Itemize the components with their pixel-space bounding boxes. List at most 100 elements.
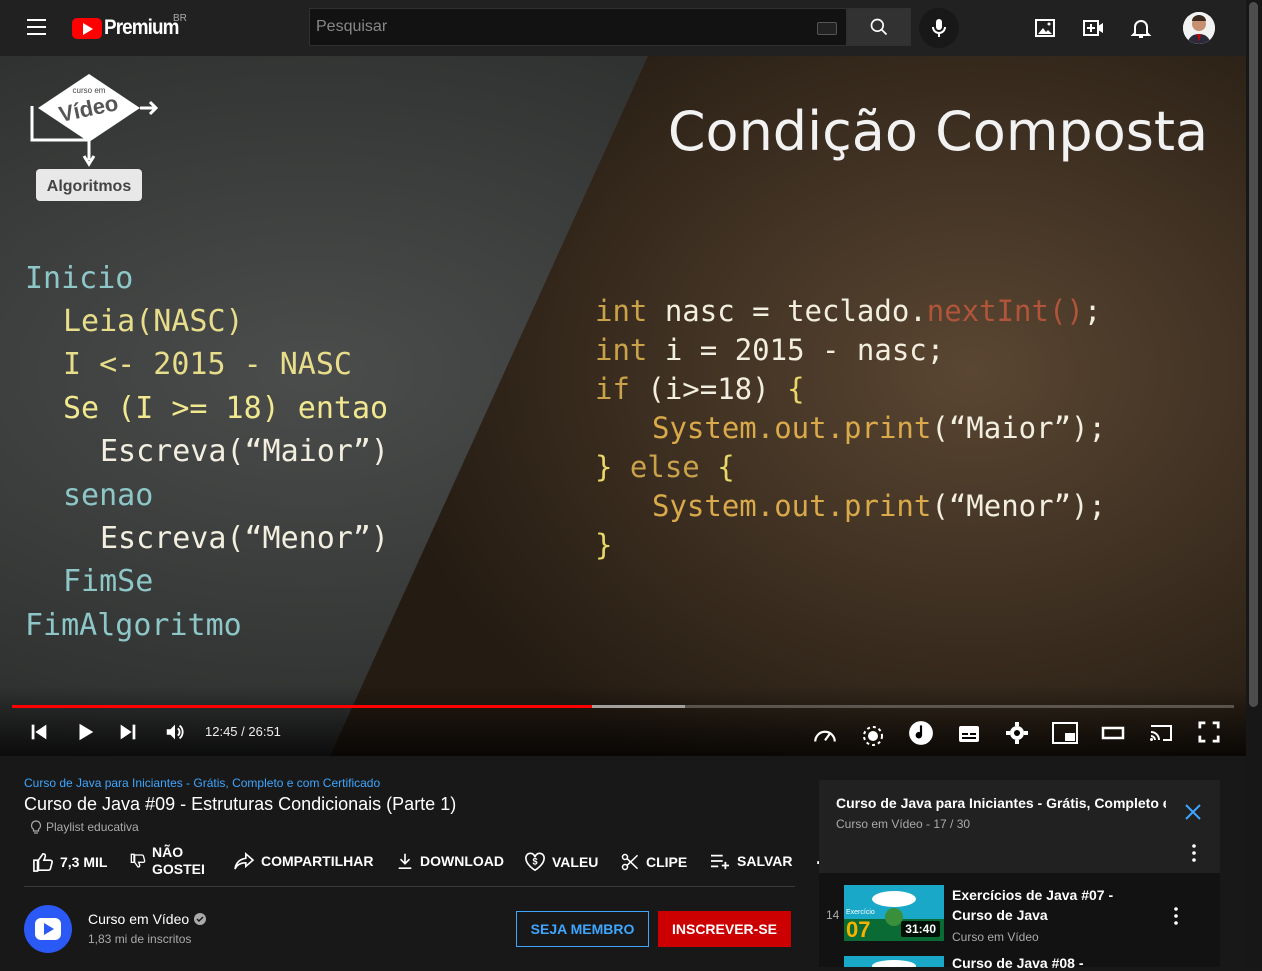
player-controls: [0, 686, 1246, 756]
svg-text:System.out.print(“Menor”);: System.out.print(“Menor”);: [652, 489, 1106, 523]
microphone-icon: [932, 19, 946, 37]
dislike-button[interactable]: NÃO GOSTEI: [130, 844, 205, 878]
search-box[interactable]: [309, 8, 847, 46]
subtitles-icon[interactable]: [956, 722, 982, 746]
fullscreen-icon[interactable]: [1198, 721, 1220, 743]
svg-text:Escreva(“Maior”): Escreva(“Maior”): [100, 434, 389, 469]
volume-icon[interactable]: [164, 721, 186, 743]
playlist-item-title[interactable]: Curso de Java #08 -: [952, 955, 1157, 971]
item-menu-icon[interactable]: [1168, 906, 1184, 926]
thumbs-up-icon: [33, 852, 53, 872]
svg-text:senao: senao: [63, 478, 153, 513]
logo-text: Premium: [104, 16, 179, 39]
channel-name[interactable]: Curso em Vídeo: [88, 911, 207, 927]
channel-avatar[interactable]: [24, 905, 72, 953]
menu-icon[interactable]: [27, 19, 46, 36]
svg-text:System.out.print(“Maior”);: System.out.print(“Maior”);: [652, 411, 1106, 445]
playlist-meta: Curso em Vídeo - 17 / 30: [836, 817, 971, 831]
clip-button[interactable]: CLIPE: [620, 852, 687, 872]
video-title: Curso de Java #09 - Estruturas Condicion…: [24, 794, 457, 814]
playback-speed-icon[interactable]: [812, 722, 838, 748]
svg-text:int i = 2015 - nasc;: int i = 2015 - nasc;: [595, 333, 944, 367]
search-button[interactable]: [847, 8, 911, 46]
previous-icon[interactable]: [28, 721, 50, 743]
download-icon: [398, 853, 412, 870]
svg-text:$: $: [532, 857, 537, 867]
avatar-image: [1183, 12, 1215, 44]
svg-text:int nasc = teclado.nextInt();: int nasc = teclado.nextInt();: [595, 294, 1101, 328]
voice-search-button[interactable]: [919, 8, 959, 48]
heart-dollar-icon: $: [525, 852, 545, 872]
download-label: DOWNLOAD: [420, 853, 504, 869]
download-button[interactable]: DOWNLOAD: [396, 852, 504, 870]
channel-logo-icon: [35, 918, 61, 940]
divider: [24, 886, 795, 887]
subscribe-button[interactable]: INSCREVER-SE: [658, 911, 791, 947]
theater-mode-icon[interactable]: [1101, 725, 1125, 741]
playlist-item-title[interactable]: Exercícios de Java #07 - Curso de Java: [952, 885, 1157, 925]
lightbulb-icon: [30, 820, 42, 834]
channel-name-text: Curso em Vídeo: [88, 911, 190, 927]
educational-badge[interactable]: Playlist educativa: [30, 820, 139, 834]
create-video-icon[interactable]: [1081, 16, 1105, 40]
verified-icon: [194, 913, 207, 925]
bell-icon[interactable]: [1129, 16, 1153, 40]
share-button[interactable]: COMPARTILHAR: [233, 852, 374, 870]
svg-text:Exercício: Exercício: [846, 909, 875, 916]
thumbs-down-icon: [130, 853, 146, 868]
image-icon[interactable]: [1033, 16, 1057, 40]
thumbnail-image: [844, 956, 944, 967]
svg-text:Se (I >= 18) entao: Se (I >= 18) entao: [63, 391, 388, 426]
video-frame[interactable]: curso em Vídeo Algoritmos Condição Compo…: [0, 56, 1246, 756]
save-label: SALVAR: [737, 853, 793, 869]
svg-text:FimSe: FimSe: [63, 564, 153, 599]
like-button[interactable]: 7,3 MIL: [32, 852, 107, 872]
playlist-name[interactable]: Curso de Java para Iniciantes - Grátis, …: [836, 795, 1166, 811]
save-button[interactable]: SALVAR: [709, 852, 792, 870]
playlist-item-thumbnail[interactable]: [844, 955, 944, 967]
youtube-logo[interactable]: Premium: [72, 16, 187, 39]
progress-played: [12, 705, 592, 708]
playlist-item-index: 14: [826, 908, 840, 922]
ambient-icon[interactable]: [861, 724, 885, 748]
playlist-item-channel: Curso em Vídeo: [952, 930, 1039, 944]
dislike-label-line1: NÃO: [152, 844, 184, 860]
user-avatar[interactable]: [1183, 12, 1215, 44]
playlist-menu-icon[interactable]: [1186, 843, 1202, 863]
svg-text:Leia(NASC): Leia(NASC): [63, 304, 244, 339]
miniplayer-icon[interactable]: [1052, 722, 1078, 744]
clip-label: CLIPE: [646, 854, 688, 870]
svg-text:}: }: [595, 528, 612, 562]
keyboard-icon[interactable]: [817, 22, 837, 35]
time-display: 12:45 / 26:51: [205, 724, 281, 739]
close-icon[interactable]: [1184, 803, 1202, 821]
svg-text:Algoritmos: Algoritmos: [47, 178, 132, 195]
scrollbar-thumb[interactable]: [1249, 2, 1258, 707]
dislike-label-line2: GOSTEI: [152, 861, 205, 877]
svg-text:I <- 2015 - NASC: I <- 2015 - NASC: [63, 347, 352, 382]
playlist-item-thumbnail[interactable]: Exercício 07 31:40: [844, 885, 944, 941]
svg-text:Escreva(“Menor”): Escreva(“Menor”): [100, 521, 389, 556]
scissors-icon: [621, 853, 639, 871]
share-label: COMPARTILHAR: [261, 853, 374, 869]
play-icon[interactable]: [74, 721, 96, 743]
svg-text:Inicio: Inicio: [25, 261, 133, 296]
video-player[interactable]: curso em Vídeo Algoritmos Condição Compo…: [0, 56, 1246, 756]
svg-text:if (i>=18) {: if (i>=18) {: [595, 372, 805, 406]
settings-gear-icon[interactable]: [1005, 721, 1029, 745]
cast-icon[interactable]: [1147, 721, 1175, 745]
subscriber-count: 1,83 mi de inscritos: [88, 932, 192, 946]
search-input[interactable]: [310, 9, 846, 45]
thanks-label: VALEU: [552, 854, 599, 870]
next-icon[interactable]: [117, 721, 139, 743]
playlist-add-icon: [711, 854, 729, 870]
svg-text:07: 07: [846, 917, 870, 941]
join-member-button[interactable]: SEJA MEMBRO: [516, 911, 649, 947]
video-duration: 31:40: [901, 921, 940, 937]
search-icon: [870, 18, 888, 36]
thanks-button[interactable]: $ VALEU: [524, 852, 598, 872]
svg-text:} else {: } else {: [595, 450, 735, 484]
playlist-link[interactable]: Curso de Java para Iniciantes - Grátis, …: [24, 776, 380, 790]
like-count: 7,3 MIL: [60, 854, 108, 870]
music-note-icon[interactable]: [908, 720, 934, 746]
